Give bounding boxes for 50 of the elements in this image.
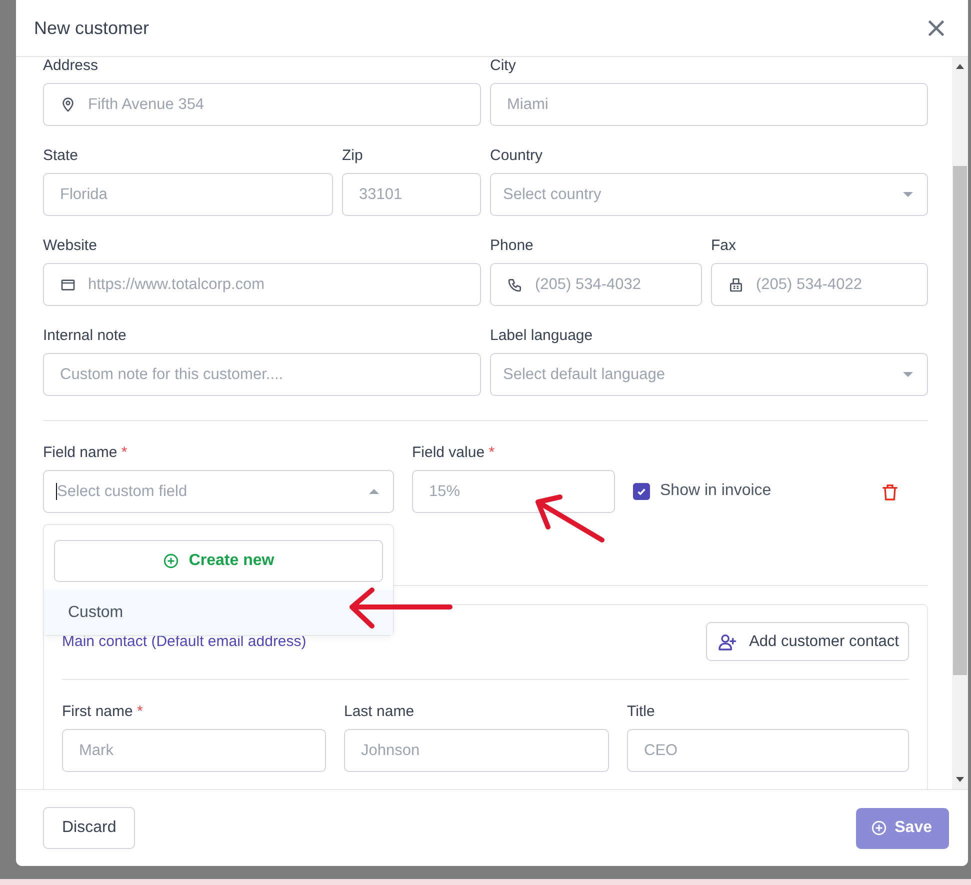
field-label: State (43, 147, 80, 165)
field-label: Address (43, 57, 100, 75)
dialog-title: New customer (34, 18, 150, 38)
field-label: City (490, 57, 517, 75)
field-label: Country (490, 147, 544, 165)
plus-circle-icon (162, 553, 179, 569)
input-field[interactable]: Johnson (344, 729, 609, 772)
field-label: Internal note (43, 327, 128, 345)
input-field[interactable]: 33101 (342, 173, 481, 216)
select-field[interactable]: Select country (490, 173, 928, 216)
dropdown-option[interactable]: Custom (44, 590, 393, 635)
input-field[interactable]: 15% (412, 470, 615, 513)
select-field[interactable]: Select custom field (43, 470, 394, 513)
field-label: Fax (711, 237, 738, 255)
field-label: Field name * (43, 444, 128, 462)
trash-icon[interactable] (880, 482, 900, 502)
checkbox[interactable] (633, 482, 650, 500)
field-label: Title (627, 703, 656, 721)
main-contact-label: Main contact (Default email address) (62, 632, 306, 650)
input-field[interactable]: Fifth Avenue 354 (43, 83, 481, 126)
discard-button[interactable]: Discard (43, 807, 136, 849)
field-label: First name * (62, 703, 144, 721)
scrollbar[interactable] (952, 57, 968, 789)
plus-circle-icon (870, 820, 887, 836)
phone-icon (507, 276, 523, 292)
field-label: Zip (342, 147, 364, 165)
map-pin-icon (60, 96, 76, 112)
field-label: Field value * (412, 444, 496, 462)
scrollbar-thumb[interactable] (953, 166, 967, 675)
add-contact-button[interactable]: Add customer contact (706, 622, 909, 661)
browser-window-icon (60, 276, 76, 292)
input-field[interactable]: Mark (62, 729, 326, 772)
input-field[interactable]: CEO (627, 729, 909, 772)
field-label: Phone (490, 237, 534, 255)
user-plus-icon (717, 632, 738, 652)
annotation-arrow (536, 494, 604, 542)
checkbox-label: Show in invoice (660, 482, 772, 500)
close-button[interactable]: × (920, 14, 952, 42)
create-new-button[interactable]: Create new (54, 540, 383, 582)
input-field[interactable]: Custom note for this customer.... (43, 353, 481, 396)
input-field[interactable]: Florida (43, 173, 333, 216)
fax-icon (728, 276, 744, 292)
field-label: Label language (490, 327, 594, 345)
select-field[interactable]: Select default language (490, 353, 928, 396)
input-field[interactable]: (205) 534-4032 (490, 263, 702, 306)
field-label: Website (43, 237, 98, 255)
input-field[interactable]: https://www.totalcorp.com (43, 263, 481, 306)
field-label: Last name (344, 703, 416, 721)
input-field[interactable]: (205) 534-4022 (711, 263, 928, 306)
input-field[interactable]: Miami (490, 83, 928, 126)
